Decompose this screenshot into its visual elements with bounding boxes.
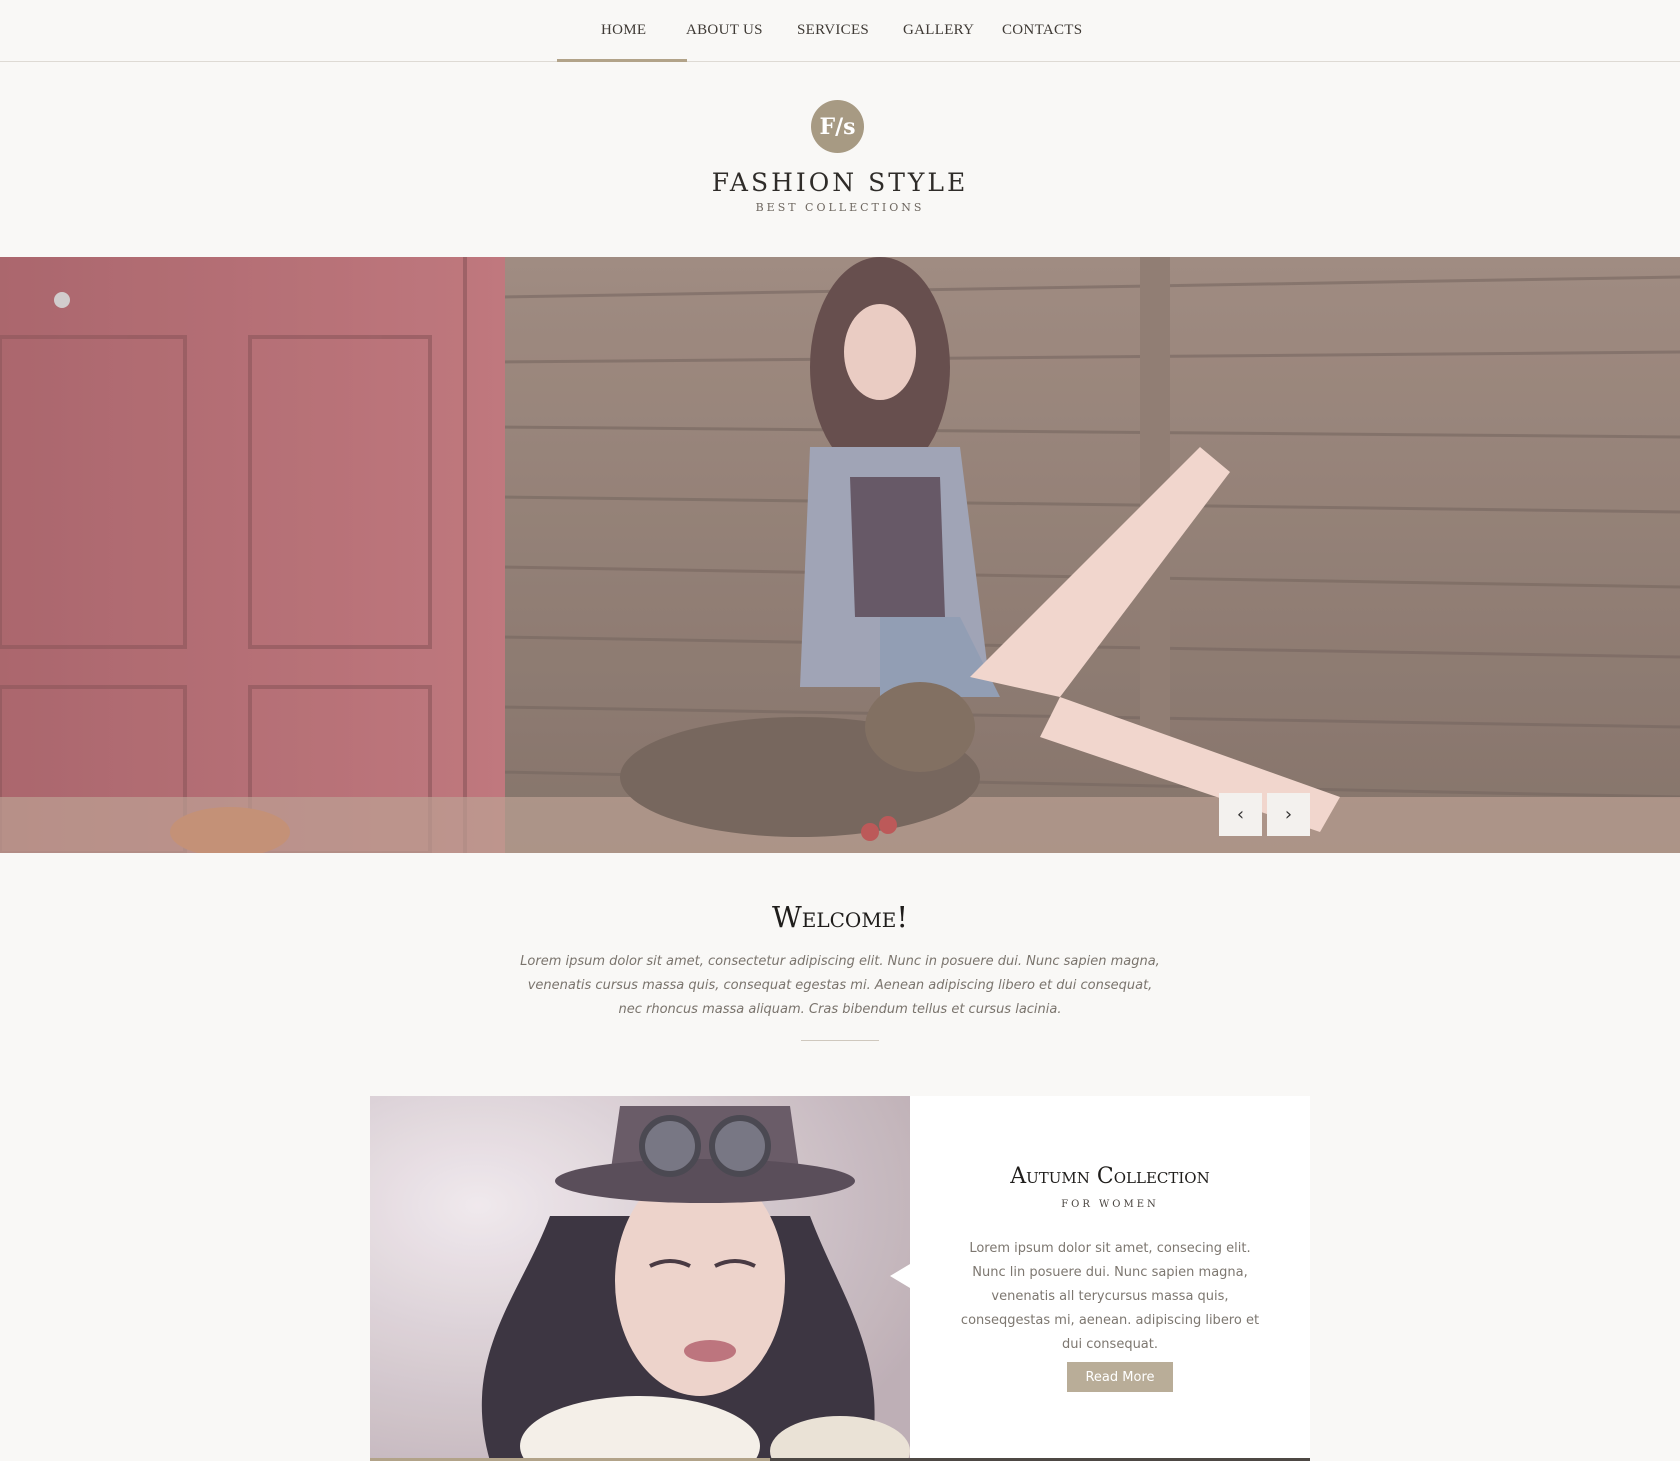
collection-title: Autumn Collection <box>1010 1164 1210 1189</box>
panel-pointer <box>890 1264 910 1288</box>
section-divider <box>801 1040 879 1041</box>
nav-item-services[interactable]: SERVICES <box>797 22 869 42</box>
chevron-right-icon: › <box>1284 804 1293 825</box>
nav-item-contacts[interactable]: CONTACTS <box>1002 22 1082 42</box>
slider-prev-button[interactable]: ‹ <box>1219 793 1262 836</box>
welcome-heading: Welcome! <box>771 900 909 934</box>
read-more-button[interactable]: Read More <box>1067 1362 1173 1392</box>
chevron-left-icon: ‹ <box>1236 804 1245 825</box>
nav-item-gallery[interactable]: GALLERY <box>903 22 974 42</box>
site-title[interactable]: FASHION STYLE <box>640 168 1040 197</box>
hero-slider-image <box>0 257 1680 853</box>
welcome-text: Lorem ipsum dolor sit amet, consectetur … <box>520 954 1160 1017</box>
collection-photo <box>370 1096 910 1461</box>
collection-subtitle: FOR WOMEN <box>1061 1199 1159 1210</box>
collection-description: Lorem ipsum dolor sit amet, consecing el… <box>960 1241 1260 1352</box>
slider-next-button[interactable]: › <box>1267 793 1310 836</box>
hero-photo <box>0 257 1680 853</box>
nav-item-home[interactable]: HOME <box>601 22 646 42</box>
nav-active-indicator <box>557 59 687 62</box>
nav-menu: HOME ABOUT US SERVICES GALLERY CONTACTS <box>0 0 1680 61</box>
logo-mark[interactable]: F/s <box>811 100 864 153</box>
site-tagline: BEST COLLECTIONS <box>755 201 925 214</box>
nav-item-about-us[interactable]: ABOUT US <box>686 22 763 42</box>
collection-image <box>370 1096 910 1461</box>
top-navigation: HOME ABOUT US SERVICES GALLERY CONTACTS <box>0 0 1680 62</box>
